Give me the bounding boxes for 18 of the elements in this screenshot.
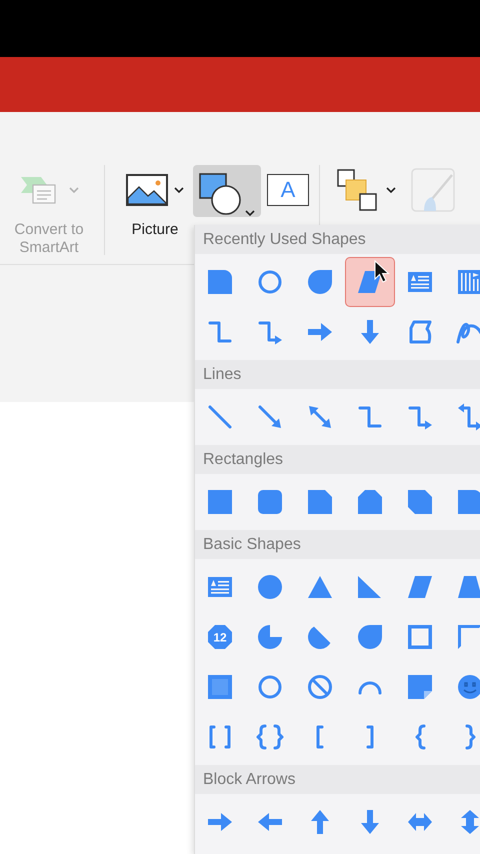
right-brace-icon <box>464 724 476 750</box>
section-header: Rectangles <box>195 445 480 474</box>
section-header: Lines <box>195 360 480 389</box>
right-bracket-icon <box>366 725 374 749</box>
section-header: Block Arrows <box>195 765 480 794</box>
section-header: Recently Used Shapes <box>195 225 480 254</box>
image-icon <box>126 174 168 206</box>
left-brace-icon <box>414 724 426 750</box>
shapes-button[interactable] <box>193 165 261 217</box>
shape-option[interactable]: 12 <box>195 612 245 662</box>
shapes-icon <box>197 171 243 217</box>
picture-button[interactable]: Picture <box>119 165 191 239</box>
overlapping-squares-icon <box>336 168 380 212</box>
section-header: Basic Shapes <box>195 530 480 559</box>
brush-icon <box>410 167 456 213</box>
mouse-pointer-icon <box>374 260 390 284</box>
shape-option[interactable] <box>345 257 395 307</box>
left-bracket-icon <box>316 725 324 749</box>
